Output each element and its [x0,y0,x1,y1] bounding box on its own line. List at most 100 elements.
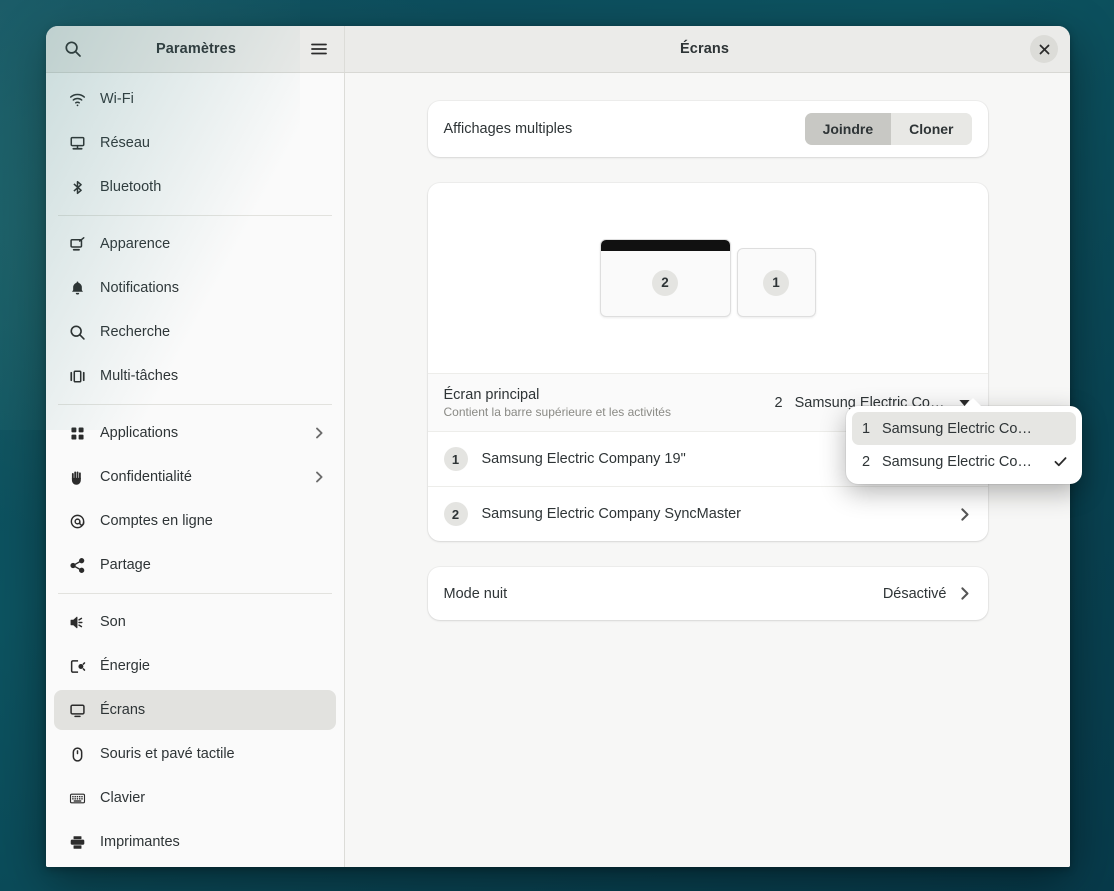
sidebar-item-sharing[interactable]: Partage [54,545,336,585]
sidebar-group: Applications Confidentialité Comptes en … [46,413,344,585]
sidebar-item-label: Réseau [100,135,150,151]
sidebar-item-printers[interactable]: Imprimantes [54,822,336,862]
sidebar-item-online-accounts[interactable]: Comptes en ligne [54,501,336,541]
printer-icon [66,834,88,851]
dropdown-option-number: 2 [862,453,871,470]
clone-mode-button[interactable]: Cloner [891,113,972,145]
sidebar-item-keyboard[interactable]: Clavier [54,778,336,818]
sidebar-item-notifications[interactable]: Notifications [54,268,336,308]
sidebar-item-label: Écrans [100,702,146,718]
sidebar-item-bluetooth[interactable]: Bluetooth [54,167,336,207]
sidebar-headerbar: Paramètres [46,26,345,72]
sidebar-divider [58,215,332,216]
dropdown-option-name: Samsung Electric Co… [882,420,1032,437]
sidebar-item-label: Notifications [100,280,179,296]
sidebar-group: Apparence Notifications Recherche Multi-… [46,224,344,396]
dropdown-option-2[interactable]: 2 Samsung Electric Co… [852,445,1076,478]
desktop-background: Paramètres Écrans Wi-Fi Réseau Bluetooth… [0,0,1114,891]
chevron-right-icon [312,470,326,484]
monitor-number-badge: 2 [443,502,468,526]
display-icon [66,702,88,719]
mouse-icon [66,746,88,763]
close-icon[interactable] [1030,35,1058,63]
sidebar-item-search[interactable]: Recherche [54,312,336,352]
search-icon[interactable] [58,34,88,64]
sidebar-item-label: Partage [100,557,151,573]
search-icon [66,324,88,341]
bell-icon [66,280,88,297]
sidebar-item-label: Confidentialité [100,469,192,485]
keyboard-icon [66,790,88,807]
sidebar-item-label: Recherche [100,324,171,340]
page-title: Écrans [680,41,729,57]
multi-display-row: Affichages multiples Joindre Cloner [428,101,988,157]
primary-display-number: 2 [774,394,783,411]
join-mode-button[interactable]: Joindre [804,113,892,145]
sidebar-item-label: Multi-tâches [100,368,179,384]
sidebar-item-mouse-touchpad[interactable]: Souris et pavé tactile [54,734,336,774]
sidebar-item-label: Imprimantes [100,834,180,850]
monitor-row-2[interactable]: 2 Samsung Electric Company SyncMaster [427,486,988,541]
primary-topbar-indicator [600,240,730,251]
wifi-icon [66,91,88,108]
sidebar-title: Paramètres [156,41,236,57]
sidebar-group: Son Énergie Écrans Souris et pavé tactil… [46,602,344,862]
monitor-number-badge: 1 [443,447,468,471]
monitor-arrangement: 2 1 [599,239,816,317]
sidebar-item-multitasking[interactable]: Multi-tâches [54,356,336,396]
multi-display-label: Affichages multiples [443,121,573,137]
settings-sidebar[interactable]: Wi-Fi Réseau Bluetooth Apparence Notific… [46,73,345,867]
monitor-number-badge: 1 [763,269,789,296]
sidebar-item-label: Apparence [100,236,171,252]
sidebar-item-label: Applications [100,425,179,441]
sidebar-item-network[interactable]: Réseau [54,123,336,163]
dropdown-option-1[interactable]: 1 Samsung Electric Co… [852,412,1076,445]
chevron-right-icon[interactable] [957,586,972,601]
monitor-name: Samsung Electric Company SyncMaster [481,506,742,522]
primary-display-label: Écran principal [443,386,540,403]
sidebar-item-privacy[interactable]: Confidentialité [54,457,336,497]
primary-display-dropdown-popover[interactable]: 1 Samsung Electric Co… 2 Samsung Electri… [846,398,1082,484]
chevron-right-icon [312,426,326,440]
sidebar-item-label: Énergie [100,658,150,674]
main-headerbar: Écrans [345,26,1070,72]
night-mode-row[interactable]: Mode nuit Désactivé [428,567,988,620]
sidebar-item-label: Souris et pavé tactile [100,746,235,762]
appearance-icon [66,236,88,253]
dropdown-option-number: 1 [862,420,871,437]
window-headerbar: Paramètres Écrans [46,26,1070,73]
sidebar-item-power[interactable]: Énergie [54,646,336,686]
sidebar-item-wifi[interactable]: Wi-Fi [54,79,336,119]
network-icon [66,135,88,152]
sidebar-divider [58,404,332,405]
bluetooth-icon [66,179,88,196]
monitor-number-badge: 2 [652,269,678,296]
multi-display-mode-toggle[interactable]: Joindre Cloner [804,113,972,145]
hamburger-menu-icon[interactable] [304,34,334,64]
monitor-arrangement-area[interactable]: 2 1 [428,183,988,373]
power-plug-icon [66,658,88,675]
multitasking-icon [66,368,88,385]
monitor-name: Samsung Electric Company 19" [481,451,686,467]
hand-privacy-icon [66,469,88,486]
multi-display-card: Affichages multiples Joindre Cloner [427,101,988,157]
check-icon [1053,454,1068,469]
sidebar-item-label: Bluetooth [100,179,162,195]
sidebar-item-appearance[interactable]: Apparence [54,224,336,264]
sidebar-divider [58,593,332,594]
chevron-right-icon[interactable] [957,507,972,522]
sidebar-item-label: Wi-Fi [100,91,134,107]
sidebar-item-label: Son [100,614,126,630]
sidebar-item-displays[interactable]: Écrans [54,690,336,730]
sidebar-item-sound[interactable]: Son [54,602,336,642]
sidebar-item-label: Clavier [100,790,146,806]
at-sign-icon [66,513,88,530]
sidebar-item-applications[interactable]: Applications [54,413,336,453]
apps-grid-icon [66,425,88,442]
monitor-thumbnail-1[interactable]: 1 [736,248,816,317]
primary-display-description: Contient la barre supérieure et les acti… [443,404,671,419]
monitor-thumbnail-2[interactable]: 2 [599,239,731,317]
night-mode-label: Mode nuit [443,585,508,602]
sidebar-item-label: Comptes en ligne [100,513,213,529]
night-mode-value: Désactivé [882,585,947,602]
